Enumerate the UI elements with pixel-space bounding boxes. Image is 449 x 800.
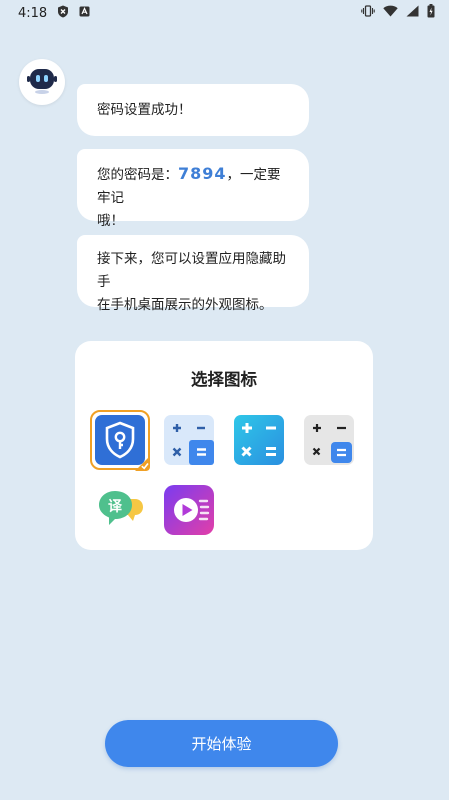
robot-icon <box>25 65 59 99</box>
status-time: 4:18 <box>18 5 48 21</box>
video-player-icon <box>164 485 216 541</box>
calculator-gray-icon <box>304 415 356 471</box>
message-success: 密码设置成功！ <box>77 84 309 136</box>
battery-charging-icon <box>427 4 435 22</box>
assistant-avatar <box>19 59 65 105</box>
icon-option-calculator-gray[interactable] <box>304 415 356 467</box>
selected-check-icon <box>135 456 150 475</box>
icon-option-calculator-light[interactable] <box>164 415 216 467</box>
icon-picker-card: 选择图标 译 <box>75 341 373 550</box>
vibrate-icon <box>361 5 375 21</box>
wifi-icon <box>383 5 398 21</box>
message-next-step: 接下来，您可以设置应用隐藏助手 在手机桌面展示的外观图标。 <box>77 235 309 313</box>
picker-title: 选择图标 <box>191 370 257 389</box>
translate-glyph: 译 <box>108 499 123 515</box>
icon-option-video-player[interactable] <box>164 485 216 537</box>
message-password-line1: 您的密码是：7894，一定要牢记 <box>97 162 289 210</box>
status-bar: 4:18 <box>0 0 449 26</box>
shield-x-icon <box>57 5 69 22</box>
icon-option-translate-chat[interactable]: 译 <box>95 485 147 537</box>
calculator-light-icon <box>164 415 216 471</box>
app-notification-icon <box>79 6 90 21</box>
icon-option-shield-lock[interactable] <box>95 415 150 471</box>
status-right <box>361 4 435 22</box>
message-success-text: 密码设置成功！ <box>97 101 192 118</box>
password-prefix: 您的密码是： <box>97 167 178 183</box>
message-password: 您的密码是：7894，一定要牢记 哦！ <box>77 149 309 229</box>
password-value: 7894 <box>178 164 227 183</box>
icon-option-calculator-blue[interactable] <box>234 415 286 467</box>
password-suffix-line2: 哦！ <box>97 213 124 229</box>
start-experience-button[interactable]: 开始体验 <box>105 720 338 767</box>
translate-chat-icon: 译 <box>95 491 147 541</box>
calculator-blue-icon <box>234 415 286 471</box>
signal-icon <box>406 5 419 21</box>
status-left: 4:18 <box>18 5 90 22</box>
next-step-line2: 在手机桌面展示的外观图标。 <box>97 297 273 313</box>
next-step-line1: 接下来，您可以设置应用隐藏助手 <box>97 251 286 290</box>
